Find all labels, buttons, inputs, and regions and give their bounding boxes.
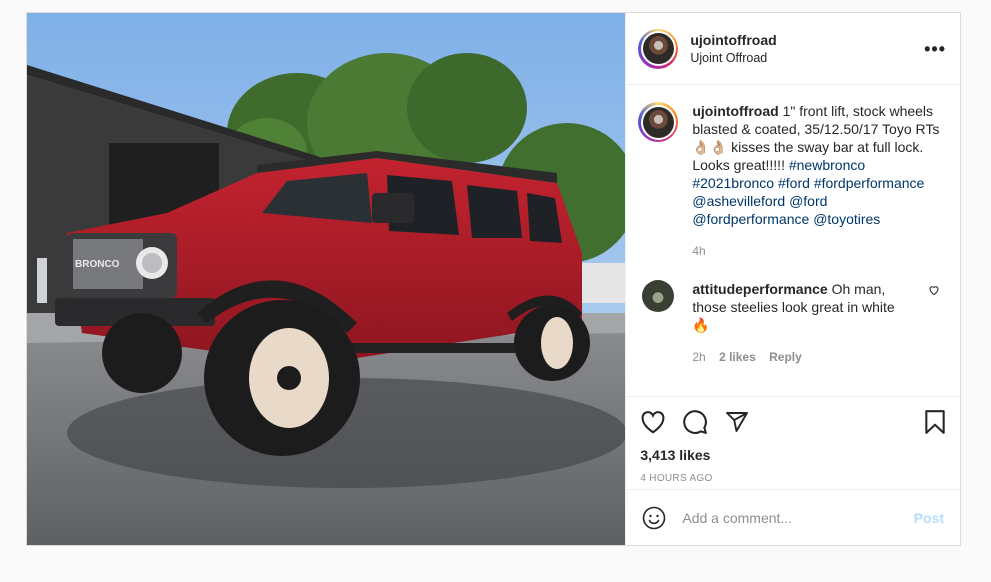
mention-link[interactable]: @toyotires bbox=[813, 211, 880, 227]
share-icon[interactable] bbox=[724, 410, 750, 434]
emoji-icon[interactable] bbox=[642, 506, 666, 530]
caption: ujointoffroad 1" front lift, stock wheel… bbox=[638, 102, 946, 260]
add-comment-bar: Post bbox=[626, 489, 960, 545]
more-icon[interactable]: ••• bbox=[924, 40, 946, 58]
bookmark-icon[interactable] bbox=[924, 409, 946, 435]
hashtag-link[interactable]: #ford bbox=[778, 175, 810, 191]
author-username[interactable]: ujointoffroad bbox=[690, 31, 924, 49]
comment-like-heart-icon[interactable] bbox=[928, 284, 940, 296]
post-timestamp[interactable]: 4 HOURS AGO bbox=[640, 473, 946, 484]
comment-item: attitudeperformance Oh man, those steeli… bbox=[638, 280, 946, 366]
author-fullname: Ujoint Offroad bbox=[690, 50, 768, 65]
bronco-photo: BRONCO bbox=[27, 13, 626, 545]
svg-text:BRONCO: BRONCO bbox=[75, 259, 120, 270]
caption-username[interactable]: ujointoffroad bbox=[692, 103, 778, 119]
mention-link[interactable]: @ashevilleford bbox=[692, 193, 785, 209]
avatar-image bbox=[642, 33, 674, 64]
comments-section[interactable]: ujointoffroad 1" front lift, stock wheel… bbox=[626, 86, 960, 395]
post-actions: 3,413 likes 4 HOURS AGO bbox=[626, 396, 960, 484]
hashtag-link[interactable]: #fordperformance bbox=[814, 175, 925, 191]
commenter-avatar[interactable] bbox=[642, 280, 675, 312]
likes-count[interactable]: 3,413 likes bbox=[640, 447, 946, 463]
commenter-username[interactable]: attitudeperformance bbox=[692, 281, 827, 297]
hashtag-link[interactable]: #2021bronco bbox=[692, 175, 774, 191]
caption-emoji: 👌🏼👌🏼 bbox=[692, 139, 728, 155]
mention-link[interactable]: @fordperformance bbox=[692, 211, 809, 227]
post-header: ujointoffroad Ujoint Offroad ••• bbox=[626, 13, 960, 85]
post-comment-button[interactable]: Post bbox=[914, 510, 944, 526]
caption-time[interactable]: 4h bbox=[692, 242, 946, 260]
author-avatar[interactable] bbox=[638, 28, 679, 69]
hashtag-link[interactable]: #newbronco bbox=[789, 157, 865, 173]
caption-avatar[interactable] bbox=[638, 102, 679, 142]
comment-body: attitudeperformance Oh man, those steeli… bbox=[692, 280, 922, 366]
instagram-post: BRONCO ujointoffroad Ujoint Offroad ••• … bbox=[26, 12, 961, 546]
mention-link[interactable]: @ford bbox=[789, 193, 827, 209]
comment-icon[interactable] bbox=[682, 409, 708, 435]
caption-body: ujointoffroad 1" front lift, stock wheel… bbox=[692, 102, 946, 260]
add-comment-input[interactable] bbox=[682, 509, 914, 526]
avatar-image bbox=[642, 106, 674, 138]
reply-button[interactable]: Reply bbox=[769, 350, 802, 364]
comment-time[interactable]: 2h bbox=[692, 350, 705, 364]
comment-meta: 2h 2 likes Reply bbox=[692, 348, 922, 366]
comment-emoji: 🔥 bbox=[692, 317, 710, 333]
comment-likes[interactable]: 2 likes bbox=[719, 350, 756, 364]
post-photo[interactable]: BRONCO bbox=[27, 13, 626, 545]
author-info: ujointoffroad Ujoint Offroad bbox=[690, 31, 924, 67]
action-icons bbox=[640, 409, 946, 435]
post-sidebar: ujointoffroad Ujoint Offroad ••• ujointo… bbox=[625, 13, 960, 545]
heart-icon[interactable] bbox=[640, 410, 666, 434]
